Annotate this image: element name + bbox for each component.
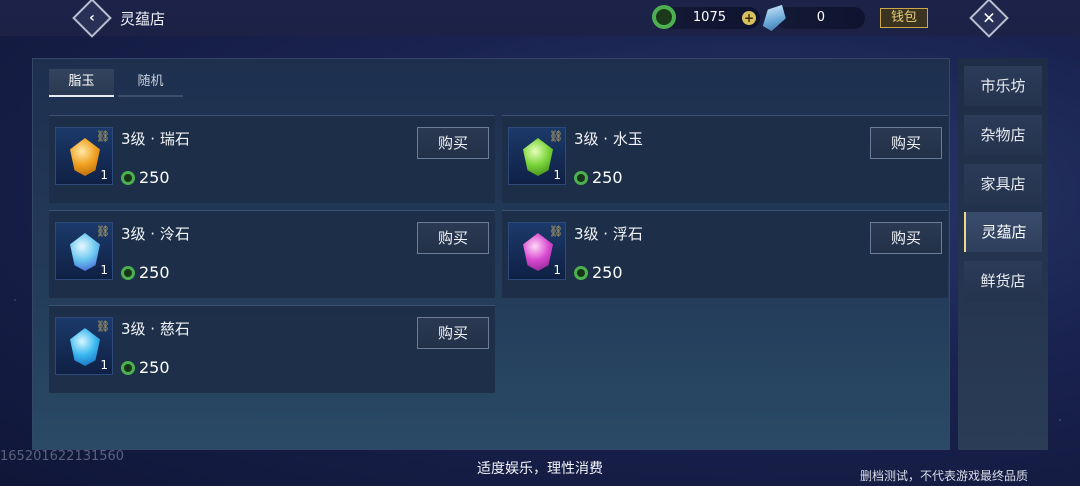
jade-coin-icon [574,170,588,185]
add-jade-icon[interactable]: + [742,11,756,25]
item-image[interactable]: ⛓ 1 [508,127,566,185]
shop-item-card: ⛓ 1 3级 · 泠石 250 购买 [49,210,495,298]
shop-panel: 脂玉 随机 ⛓ 1 3级 · 瑞石 250 购买 ⛓ 1 3级 · 水玉 250… [32,58,950,450]
sidebar-item-lingyundian[interactable]: 灵蕴店 [964,212,1042,252]
price-value: 250 [592,168,623,187]
shop-item-card: ⛓ 1 3级 · 浮石 250 购买 [502,210,948,298]
jade-amount: 1075 [692,10,726,25]
top-bar: ‹ 灵蕴店 1075 + 0 钱包 ✕ [0,0,1080,38]
sidebar-item-jiajudian[interactable]: 家具店 [964,164,1042,204]
crystal-currency: 0 [775,7,865,29]
item-price: 250 [574,168,623,187]
jade-coin-icon [121,360,135,375]
item-image[interactable]: ⛓ 1 [55,317,113,375]
sidebar-item-shilefang[interactable]: 市乐坊 [964,66,1042,106]
buy-button[interactable]: 购买 [870,222,942,254]
link-icon: ⛓ [96,320,110,333]
ice-gem-icon [70,233,100,271]
item-quantity: 1 [100,358,108,372]
jade-coin-icon [121,170,135,185]
jade-coin-icon [574,265,588,280]
page-title: 灵蕴店 [120,10,166,28]
buy-button[interactable]: 购买 [870,127,942,159]
crystal-amount: 0 [816,10,825,25]
sidebar-item-xianhuodian[interactable]: 鲜货店 [964,261,1042,301]
jade-coin-icon [652,5,676,29]
shop-item-card: ⛓ 1 3级 · 瑞石 250 购买 [49,115,495,203]
item-quantity: 1 [553,263,561,277]
buy-button[interactable]: 购买 [417,317,489,349]
amber-gem-icon [70,138,100,176]
item-quantity: 1 [100,168,108,182]
link-icon: ⛓ [96,130,110,143]
item-image[interactable]: ⛓ 1 [55,222,113,280]
shop-item-card: ⛓ 1 3级 · 水玉 250 购买 [502,115,948,203]
price-value: 250 [139,168,170,187]
price-value: 250 [139,263,170,282]
item-quantity: 1 [553,168,561,182]
tab-zhiyu[interactable]: 脂玉 [49,69,114,97]
link-icon: ⛓ [549,225,563,238]
price-value: 250 [592,263,623,282]
item-name: 3级 · 瑞石 [121,130,190,148]
item-price: 250 [121,358,170,377]
item-price: 250 [121,168,170,187]
green-gem-icon [523,138,553,176]
item-price: 250 [574,263,623,282]
pink-gem-icon [523,233,553,271]
sidebar-item-zawudian[interactable]: 杂物店 [964,115,1042,155]
crystal-icon [759,0,790,34]
item-name: 3级 · 泠石 [121,225,190,243]
price-value: 250 [139,358,170,377]
blue-gem-icon [70,328,100,366]
test-disclaimer: 删档测试，不代表游戏最终品质 [859,469,1028,483]
shop-sidebar: 市乐坊 杂物店 家具店 灵蕴店 鲜货店 [958,58,1048,450]
jade-currency: 1075 + [652,5,760,29]
link-icon: ⛓ [549,130,563,143]
item-image[interactable]: ⛓ 1 [55,127,113,185]
item-name: 3级 · 慈石 [121,320,190,338]
buy-button[interactable]: 购买 [417,222,489,254]
back-chevron-icon: ‹ [89,10,95,26]
shop-item-card: ⛓ 1 3级 · 慈石 250 购买 [49,305,495,393]
tab-random[interactable]: 随机 [118,69,183,97]
close-button[interactable]: ✕ [969,0,1009,38]
tab-bar: 脂玉 随机 [49,69,183,97]
item-name: 3级 · 浮石 [574,225,643,243]
item-price: 250 [121,263,170,282]
buy-button[interactable]: 购买 [417,127,489,159]
wallet-button[interactable]: 钱包 [880,8,928,28]
item-image[interactable]: ⛓ 1 [508,222,566,280]
back-button[interactable]: ‹ [72,0,112,38]
close-icon: ✕ [982,8,996,28]
item-name: 3级 · 水玉 [574,130,643,148]
item-quantity: 1 [100,263,108,277]
jade-coin-icon [121,265,135,280]
link-icon: ⛓ [96,225,110,238]
